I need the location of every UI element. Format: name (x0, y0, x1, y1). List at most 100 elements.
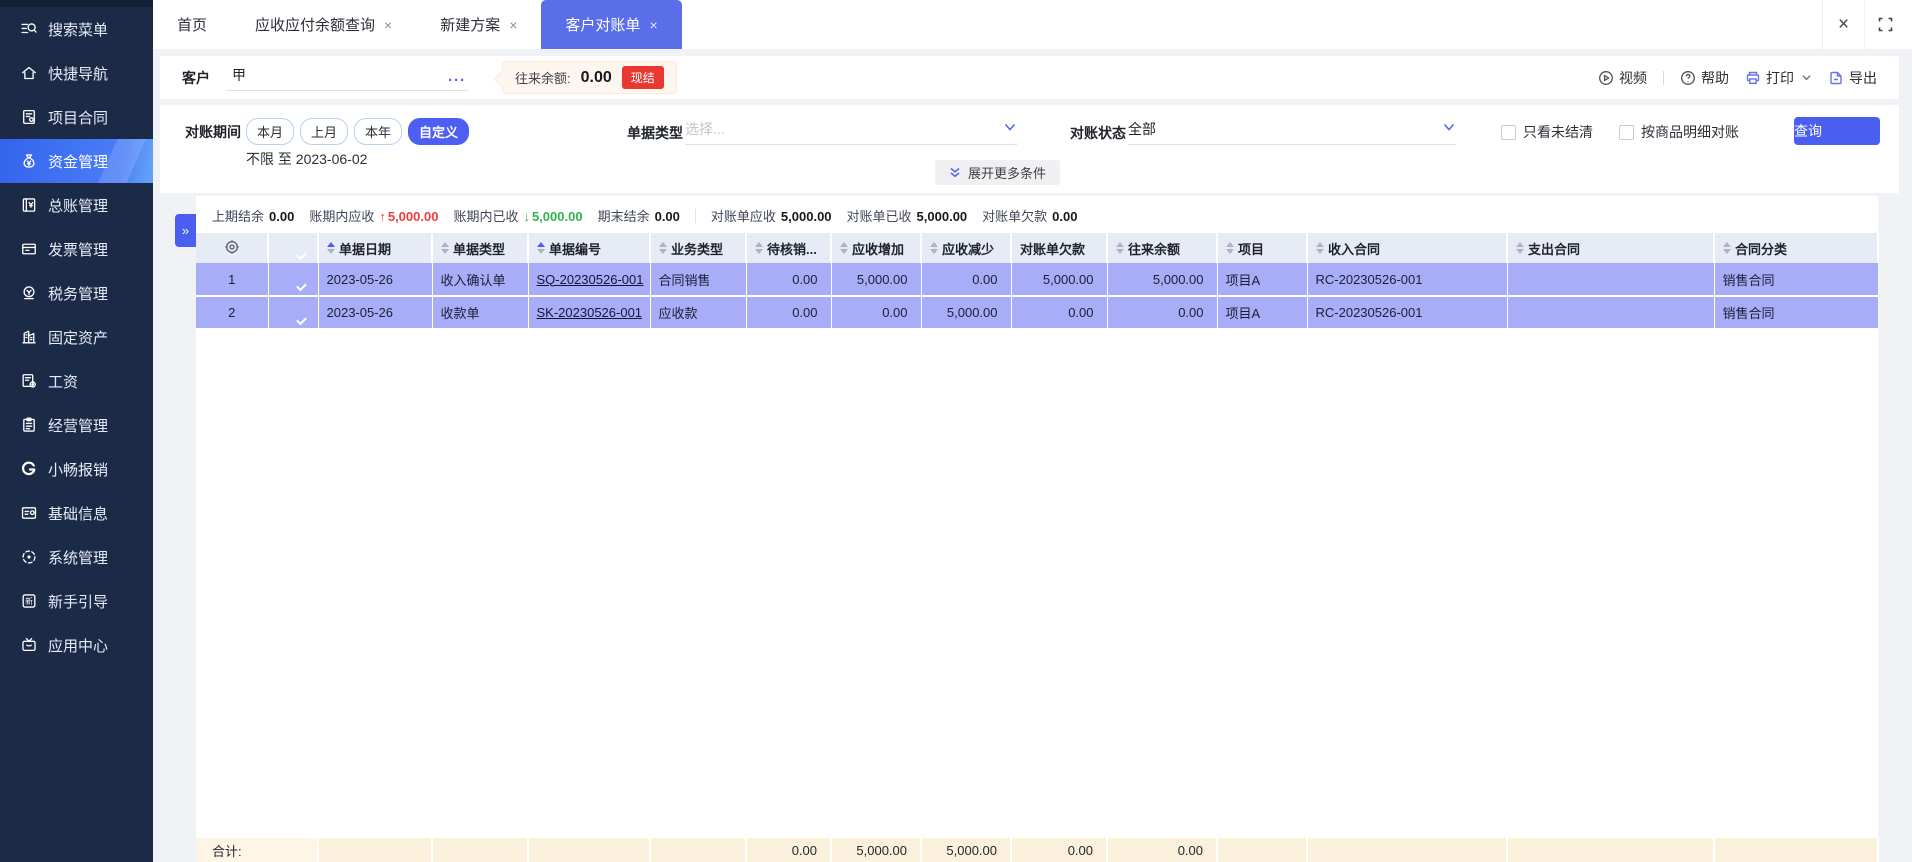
cash-settle-badge[interactable]: 现结 (621, 66, 664, 89)
sidebar-item-tax-management[interactable]: 税务管理 (0, 271, 153, 315)
sort-icon[interactable] (1516, 242, 1524, 254)
sidebar-item-label: 新手引导 (48, 593, 109, 611)
tab-label: 首页 (177, 17, 208, 34)
col-expense-contract[interactable]: 支出合同 (1507, 233, 1715, 263)
print-button[interactable]: 打印 (1745, 68, 1812, 88)
column-settings-icon[interactable] (196, 233, 269, 263)
sidebar-item-xiaochang-expense[interactable]: 小畅报销 (0, 447, 153, 491)
col-balance[interactable]: 往来余额 (1107, 233, 1218, 263)
row-checkbox-cell (268, 296, 319, 330)
expand-more-button[interactable]: 展开更多条件 (935, 160, 1061, 185)
sidebar-item-fixed-assets[interactable]: 固定资产 (0, 315, 153, 359)
sort-icon[interactable] (1226, 242, 1234, 254)
doc-no-link[interactable]: SQ-20230526-001 (537, 272, 644, 287)
sidebar: 搜索菜单 快捷导航 项目合同 资金管理 总账管理 发票管理 税务管理 固定资产 … (0, 0, 153, 862)
row-index: 2 (196, 296, 269, 330)
sidebar-item-salary[interactable]: 工资 (0, 359, 153, 403)
sidebar-item-invoice-management[interactable]: 发票管理 (0, 227, 153, 271)
period-this-month[interactable]: 本月 (246, 118, 295, 145)
collapse-panel-button[interactable]: » (175, 214, 196, 247)
by-product-detail-label: 按商品明细对账 (1641, 124, 1739, 140)
cell-ar-increase: 0.00 (831, 296, 922, 330)
col-biz-type[interactable]: 业务类型 (650, 233, 747, 263)
salary-icon (20, 372, 38, 390)
export-button[interactable]: 导出 (1828, 68, 1877, 88)
sidebar-item-quick-nav[interactable]: 快捷导航 (0, 51, 153, 95)
sidebar-item-business-management[interactable]: 经营管理 (0, 403, 153, 447)
ending-balance-value: 0.00 (654, 209, 680, 224)
only-unsettled-checkbox[interactable] (1501, 124, 1516, 140)
sidebar-item-search-menu[interactable]: 搜索菜单 (0, 7, 153, 51)
sidebar-item-project-contract[interactable]: 项目合同 (0, 95, 153, 139)
sidebar-item-label: 应用中心 (48, 637, 109, 655)
status-select[interactable]: 全部 (1128, 119, 1456, 145)
by-product-detail-checkbox[interactable] (1619, 124, 1634, 140)
tab-new-plan[interactable]: 新建方案 × (416, 0, 541, 49)
totals-empty (528, 838, 651, 862)
period-receivable-value: 5,000.00 (387, 209, 439, 224)
cell-pending: 0.00 (746, 263, 832, 297)
close-icon[interactable]: × (1822, 0, 1864, 49)
customer-picker-ellipsis-icon[interactable]: ··· (448, 73, 466, 88)
customer-value: 甲 (232, 66, 246, 83)
video-button[interactable]: 视频 (1598, 68, 1647, 88)
query-button[interactable]: 查询 (1794, 117, 1880, 145)
tab-close-icon[interactable]: × (649, 17, 657, 33)
col-doc-type[interactable]: 单据类型 (432, 233, 529, 263)
col-contract-class[interactable]: 合同分类 (1714, 233, 1879, 263)
col-date[interactable]: 单据日期 (318, 233, 433, 263)
fullscreen-icon[interactable] (1864, 0, 1906, 49)
col-stmt-debt[interactable]: 对账单欠款 (1011, 233, 1108, 263)
table-row[interactable]: 1 2023-05-26 收入确认单 SQ-20230526-001 合同销售 … (196, 263, 1879, 297)
col-ar-decrease[interactable]: 应收减少 (921, 233, 1012, 263)
cell-date: 2023-05-26 (318, 263, 433, 297)
sidebar-item-funds-management[interactable]: 资金管理 (0, 139, 153, 183)
tab-customer-statement[interactable]: 客户对账单 × (541, 0, 682, 49)
table-row[interactable]: 2 2023-05-26 收款单 SK-20230526-001 应收款 0.0… (196, 296, 1879, 330)
sidebar-item-label: 搜索菜单 (48, 21, 109, 39)
period-last-month[interactable]: 上月 (300, 118, 349, 145)
doc-type-select[interactable]: 选择... (685, 119, 1017, 145)
clipboard-icon (20, 416, 38, 434)
sidebar-item-app-center[interactable]: 应用中心 (0, 623, 153, 667)
col-pending[interactable]: 待核销... (746, 233, 832, 263)
sort-icon[interactable] (537, 242, 545, 254)
sidebar-item-general-ledger[interactable]: 总账管理 (0, 183, 153, 227)
period-range-value[interactable]: 不限 至 2023-06-02 (246, 149, 367, 169)
tab-close-icon[interactable]: × (509, 17, 517, 33)
col-ar-increase[interactable]: 应收增加 (831, 233, 922, 263)
sort-icon[interactable] (441, 242, 449, 254)
sort-icon[interactable] (659, 242, 667, 254)
period-custom[interactable]: 自定义 (408, 118, 470, 145)
help-button[interactable]: 帮助 (1680, 68, 1729, 88)
sort-icon[interactable] (930, 242, 938, 254)
customer-input[interactable]: 甲 ··· (226, 65, 468, 91)
sort-icon[interactable] (755, 242, 763, 254)
col-doc-no[interactable]: 单据编号 (528, 233, 651, 263)
sort-icon[interactable] (1116, 242, 1124, 254)
cell-stmt-debt: 5,000.00 (1011, 263, 1108, 297)
sidebar-item-system-management[interactable]: 系统管理 (0, 535, 153, 579)
col-project[interactable]: 项目 (1217, 233, 1308, 263)
app-window: 搜索菜单 快捷导航 项目合同 资金管理 总账管理 发票管理 税务管理 固定资产 … (0, 0, 1912, 862)
tab-home[interactable]: 首页 (153, 0, 231, 49)
sidebar-item-basic-info[interactable]: 基础信息 (0, 491, 153, 535)
sort-icon[interactable] (1316, 242, 1324, 254)
tab-close-icon[interactable]: × (384, 17, 392, 33)
period-received-label: 账期内已收 (453, 209, 519, 224)
period-this-year[interactable]: 本年 (354, 118, 403, 145)
help-label: 帮助 (1701, 69, 1729, 86)
sort-icon[interactable] (327, 242, 335, 254)
doc-no-link[interactable]: SK-20230526-001 (537, 305, 643, 320)
row-checkbox-cell (268, 263, 319, 297)
totals-label: 合计: (196, 838, 319, 862)
totals-empty (1307, 838, 1508, 862)
print-label: 打印 (1766, 69, 1794, 86)
sort-icon[interactable] (840, 242, 848, 254)
arrow-up-icon: ↑ (379, 209, 386, 224)
sidebar-item-newbie-guide[interactable]: 新 新手引导 (0, 579, 153, 623)
col-income-contract[interactable]: 收入合同 (1307, 233, 1508, 263)
tab-balance-query[interactable]: 应收应付余额查询 × (231, 0, 416, 49)
sidebar-item-label: 小畅报销 (48, 461, 109, 479)
sort-icon[interactable] (1723, 242, 1731, 254)
